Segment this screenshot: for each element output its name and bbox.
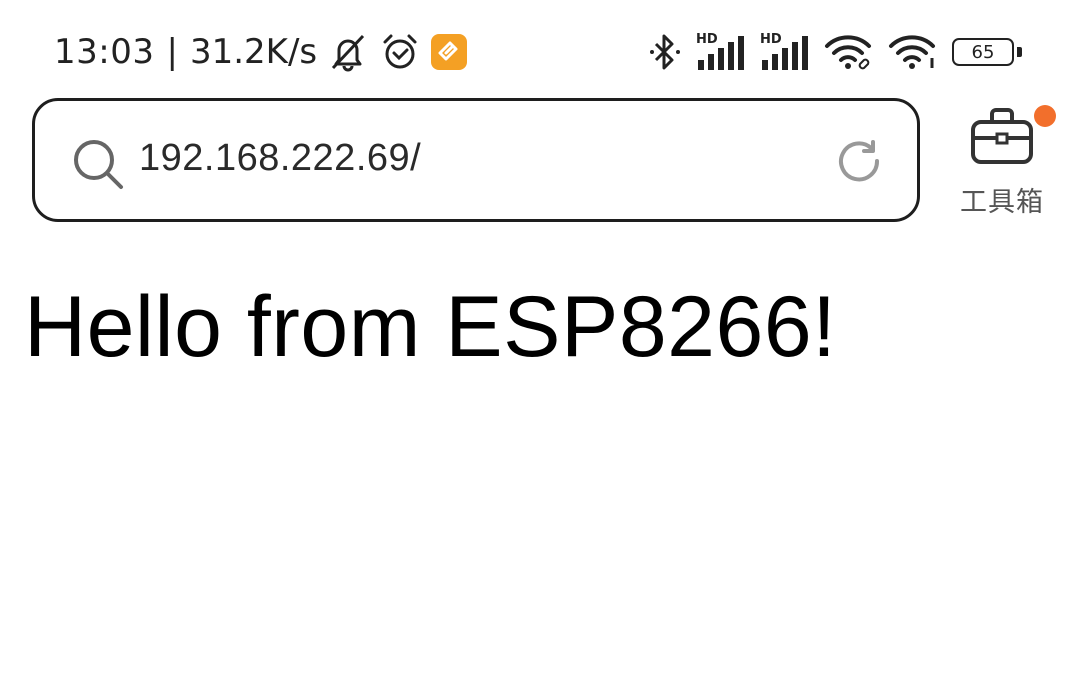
signal-hd-icon: HD: [760, 32, 810, 72]
status-right: HD HD 65: [648, 30, 1022, 74]
status-time: 13:03: [54, 32, 155, 72]
signal-hd-icon: HD: [696, 32, 746, 72]
status-separator: |: [166, 32, 178, 72]
battery-level: 65: [971, 41, 995, 63]
alarm-clock-icon: [379, 32, 421, 72]
toolbox-icon: [970, 106, 1036, 172]
page-heading: Hello from ESP8266!: [24, 279, 837, 375]
address-bar[interactable]: 192.168.222.69/: [32, 98, 920, 222]
wifi-link-icon: [824, 32, 874, 72]
notification-dot: [1034, 105, 1056, 127]
url-text[interactable]: 192.168.222.69/: [139, 137, 421, 180]
network-speed: 31.2K/s: [189, 32, 318, 72]
status-left: 13:03 | 31.2K/s: [54, 30, 468, 74]
toolbox-button[interactable]: 工具箱: [950, 104, 1056, 220]
mute-bell-icon: [327, 32, 369, 72]
search-icon: [71, 137, 125, 195]
battery-icon: 65: [952, 37, 1022, 67]
toolbox-label: 工具箱: [960, 187, 1044, 218]
app-notification-icon: [431, 34, 468, 70]
bluetooth-icon: [648, 32, 682, 72]
status-bar: 13:03 | 31.2K/s HD HD 65: [0, 0, 1080, 96]
wifi-icon: [888, 32, 938, 72]
reload-icon[interactable]: [837, 139, 883, 189]
